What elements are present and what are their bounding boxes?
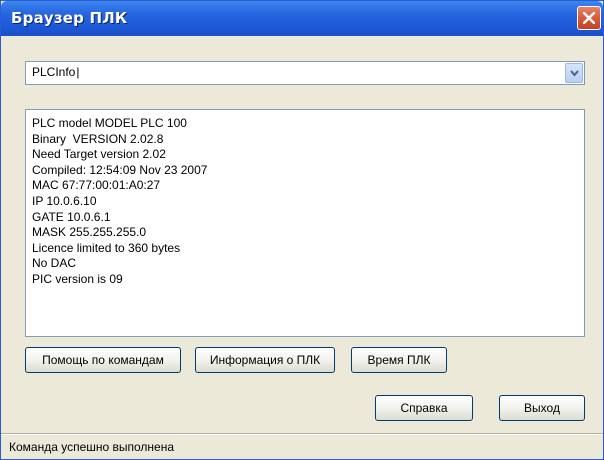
- output-line: MASK 255.255.255.0: [32, 225, 147, 240]
- chevron-down-icon: [570, 70, 579, 77]
- output-text-area[interactable]: PLC model MODEL PLC 100 Binary VERSION 2…: [25, 109, 585, 337]
- plc-browser-window: Браузер ПЛК PLCInfo PLC model MODEL PLC …: [0, 0, 604, 460]
- title-bar[interactable]: Браузер ПЛК: [1, 1, 603, 36]
- help-commands-button[interactable]: Помощь по командам: [25, 347, 181, 373]
- output-line: Compiled: 12:54:09 Nov 23 2007: [32, 162, 208, 177]
- output-line: No DAC: [32, 256, 77, 271]
- output-line: PLC model MODEL PLC 100: [32, 116, 187, 130]
- output-line: IP 10.0.6.10: [32, 193, 97, 208]
- exit-button[interactable]: Выход: [499, 395, 585, 421]
- output-line: PIC version is 09: [32, 271, 123, 286]
- command-combobox[interactable]: PLCInfo: [25, 61, 585, 85]
- status-bar: Команда успешно выполнена: [1, 435, 603, 459]
- plc-time-button[interactable]: Время ПЛК: [351, 347, 447, 373]
- close-icon: [583, 12, 595, 24]
- combobox-dropdown-button[interactable]: [565, 63, 583, 83]
- output-line: Need Target version 2.02: [32, 147, 166, 162]
- output-line: Binary VERSION 2.02.8: [32, 131, 164, 146]
- command-combobox-value: PLCInfo: [32, 65, 79, 79]
- output-line: GATE 10.0.6.1: [32, 209, 111, 224]
- help-button[interactable]: Справка: [375, 395, 473, 421]
- window-title: Браузер ПЛК: [11, 9, 128, 27]
- close-button[interactable]: [577, 6, 601, 30]
- output-line: Licence limited to 360 bytes: [32, 240, 181, 255]
- plc-info-button[interactable]: Информация о ПЛК: [195, 347, 335, 373]
- output-line: MAC 67:77:00:01:A0:27: [32, 178, 161, 193]
- status-text: Команда успешно выполнена: [9, 440, 175, 454]
